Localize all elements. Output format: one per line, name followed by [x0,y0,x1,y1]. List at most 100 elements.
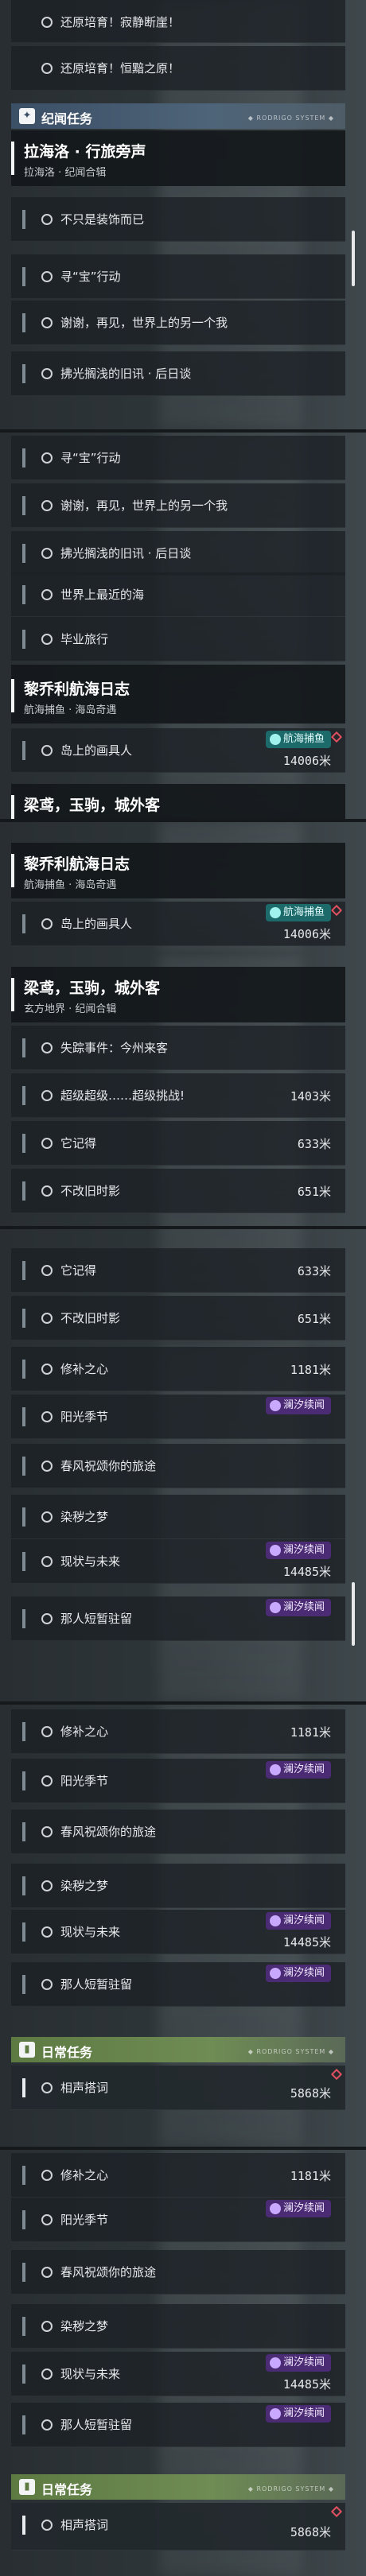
quest-item[interactable]: 寻“宝”行动 [11,436,345,480]
quest-item[interactable]: 染秽之梦 [11,2304,345,2349]
decorative-caption: ◆ RODRIGO SYSTEM ◆ [247,2485,334,2493]
radio-icon [41,1090,53,1101]
row-marker [22,1609,25,1628]
radio-icon [41,1511,53,1523]
quest-item[interactable]: 阳光季节 澜汐续闻 [11,2198,345,2242]
radio-icon [41,500,53,511]
tag-label: 澜汐续闻 [282,1399,325,1411]
group-subtitle: 航海捕鱼 · 海岛奇遇 [24,704,117,716]
quest-label: 相声搭词 [60,2518,109,2532]
quest-item[interactable]: 拂光搁浅的旧讯 · 后日谈 [11,351,345,396]
row-marker [22,210,25,229]
quest-group-liangyuan[interactable]: 梁鸢，玉驹，城外客 玄方地界 · 纪闻合辑 [11,967,345,1022]
quest-item[interactable]: 那人短暂驻留 澜汐续闻 [11,1962,345,2007]
row-marker [22,1876,25,1895]
row-marker [22,364,25,383]
wave-icon [269,2203,281,2214]
category-header-richang[interactable]: ▮ 日常任务 ◆ RODRIGO SYSTEM ◆ [11,2474,345,2500]
quest-item[interactable]: 它记得 633米 [11,1121,345,1166]
tag-lanxi: 澜汐续闻 [265,1965,331,1982]
radio-icon [41,17,53,28]
radio-icon [41,1265,53,1276]
quest-item[interactable]: 现状与未来 澜汐续闻 14485米 [11,1910,345,1954]
radio-icon [41,214,53,225]
radio-icon [41,1880,53,1891]
decorative-caption: ◆ RODRIGO SYSTEM ◆ [247,2048,334,2055]
scrollbar-thumb[interactable] [352,1582,355,1646]
quest-item[interactable]: 还原培育！恒黯之原！ [11,46,345,91]
row-marker [22,1922,25,1942]
quest-item[interactable]: 阳光季节 澜汐续闻 [11,1759,345,1803]
radio-icon [41,1185,53,1197]
row-marker [22,1975,25,1994]
quest-label: 春风祝颂你的旅途 [60,2265,157,2279]
quest-label: 还原培育！寂静断崖！ [60,15,181,29]
quest-item[interactable]: 谢谢，再见，世界上的另一个我 [11,301,345,345]
quest-item[interactable]: 世界上最近的海 [11,572,345,617]
quest-item[interactable]: 它记得 633米 [11,1248,345,1293]
quest-item[interactable]: 现状与未来 澜汐续闻 14485米 [11,1539,345,1584]
quest-item[interactable]: 修补之心 1181米 [11,1709,345,1754]
quest-group-liqiaoli[interactable]: 黎乔利航海日志 航海捕鱼 · 海岛奇遇 [11,668,345,724]
quest-item[interactable]: 现状与未来 澜汐续闻 14485米 [11,2352,345,2396]
quest-item[interactable]: 还原培育！寂静断崖！ [11,0,345,43]
quest-item[interactable]: 超级超级……超级挑战! 1403米 [11,1073,345,1118]
distance: 633米 [297,1264,331,1278]
quest-item[interactable]: 修补之心 1181米 [11,1347,345,1391]
quest-label: 失踪事件：今州来客 [60,1041,169,1055]
quest-label: 阳光季节 [60,1410,109,1424]
quest-group-liangyuan[interactable]: 梁鸢，玉驹，城外客 [11,784,345,819]
radio-icon [41,2419,53,2431]
distance: 14485米 [282,1565,331,1579]
quest-item[interactable]: 那人短暂驻留 澜汐续闻 [11,2403,345,2447]
radio-icon [41,317,53,328]
book-icon: ▮ [19,2042,35,2058]
quest-item[interactable]: 相声搭词 5868米 [11,2503,345,2551]
quest-label: 不改旧时影 [60,1184,121,1198]
panel-divider [0,429,366,433]
group-subtitle: 航海捕鱼 · 海岛奇遇 [24,879,117,891]
quest-group-liqiaoli[interactable]: 黎乔利航海日志 航海捕鱼 · 海岛奇遇 [11,843,345,898]
quest-label: 岛上的画具人 [60,743,133,758]
quest-item[interactable]: 修补之心 1181米 [11,2153,345,2198]
category-header-richang[interactable]: ▮ 日常任务 ◆ RODRIGO SYSTEM ◆ [11,2037,345,2062]
fish-icon [269,907,281,918]
quest-item[interactable]: 拂光搁浅的旧讯 · 后日谈 [11,531,345,576]
quest-item[interactable]: 不改旧时影 651米 [11,1296,345,1340]
quest-item[interactable]: 春风祝颂你的旅途 [11,1444,345,1488]
quest-item[interactable]: 岛上的画具人 航海捕鱼 14006米 [11,728,345,773]
row-marker [22,313,25,332]
group-accent-bar [11,795,14,819]
quest-item[interactable]: 失踪事件：今州来客 [11,1026,345,1070]
quest-item[interactable]: 染秽之梦 [11,1495,345,1539]
quest-item[interactable]: 毕业旅行 [11,617,345,661]
quest-item[interactable]: 春风祝颂你的旅途 [11,1810,345,1854]
distance: 651米 [297,1312,331,1326]
quest-item[interactable]: 不改旧时影 651米 [11,1169,345,1213]
row-marker [22,448,25,467]
quest-panel-6: 修补之心 1181米 阳光季节 澜汐续闻 春风祝颂你的旅途 染秽之梦 现状与未来… [0,1344,366,1701]
scrollbar-thumb[interactable] [352,231,355,286]
quest-item[interactable]: 那人短暂驻留 澜汐续闻 [11,1596,345,1641]
category-header-jiwen[interactable]: ✦ 纪闻任务 ◆ RODRIGO SYSTEM ◆ [11,103,345,129]
sparkle-icon: ✦ [19,108,35,124]
quest-item[interactable]: 岛上的画具人 航海捕鱼 14006米 [11,902,345,946]
panel-divider [0,819,366,822]
quest-group-lahailuo[interactable]: 拉海洛 · 行旅旁声 拉海洛 · 纪闻合辑 [11,130,345,186]
quest-item[interactable]: 相声搭词 5868米 [11,2066,345,2110]
quest-label: 毕业旅行 [60,632,109,646]
quest-item[interactable]: 谢谢，再见，世界上的另一个我 [11,483,345,528]
panel-divider [0,1226,366,1229]
tag-lanxi: 澜汐续闻 [265,2354,331,2372]
quest-item[interactable]: 不只是装饰而已 [11,197,345,242]
quest-item[interactable]: 春风祝颂你的旅途 [11,2250,345,2295]
quest-panel-5: 梁鸢，玉驹，城外客 玄方地界 · 纪闻合辑 失踪事件：今州来客 超级超级……超级… [0,954,366,1344]
row-marker [22,2263,25,2282]
group-title: 梁鸢，玉驹，城外客 [24,797,161,814]
red-diamond-icon [330,2505,343,2518]
quest-item[interactable]: 染秽之梦 [11,1864,345,1908]
quest-label: 阳光季节 [60,1774,109,1788]
quest-item[interactable]: 寻“宝”行动 [11,254,345,299]
radio-icon [41,745,53,756]
quest-item[interactable]: 阳光季节 澜汐续闻 [11,1395,345,1439]
